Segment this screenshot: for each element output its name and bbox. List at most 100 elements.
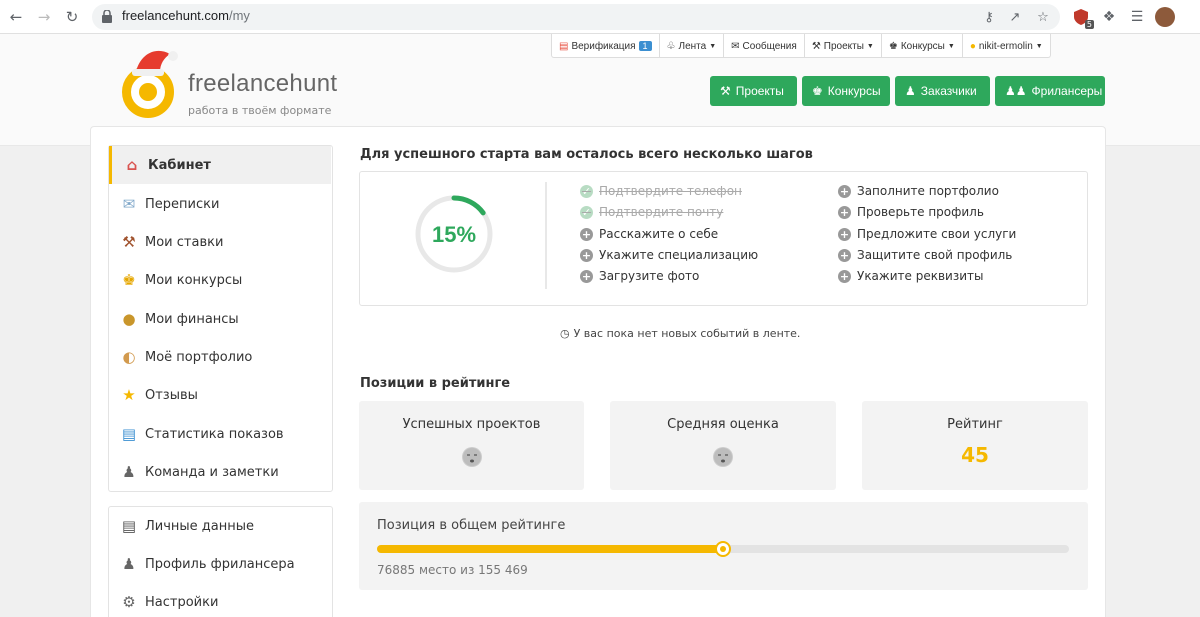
progress-ring: 15% <box>414 194 494 274</box>
step-label: Загрузите фото <box>599 269 700 283</box>
feed-empty-note: ◷ У вас пока нет новых событий в ленте. <box>560 327 800 340</box>
overall-rating-text: 76885 место из 155 469 <box>377 563 528 577</box>
puzzle-extension-icon[interactable]: ❖ <box>1098 6 1120 28</box>
address-bar[interactable]: freelancehunt.com/my ⚷ ↗ ☆ <box>92 4 1060 30</box>
sleeping-face-icon <box>461 447 482 467</box>
sidebar-item-label: Кабинет <box>148 157 211 173</box>
contests-label: Конкурсы <box>900 40 945 52</box>
gavel-icon: ⚒ <box>122 233 136 251</box>
sidebar-item-settings[interactable]: ⚙ Настройки <box>109 584 331 617</box>
sidebar-item-statistics[interactable]: ▤ Статистика показов <box>109 416 331 452</box>
site-logo[interactable]: freelancehunt работа в твоём формате <box>122 46 352 118</box>
step-item[interactable]: + Проверьте профиль <box>838 205 984 219</box>
feed-dropdown[interactable]: ♧ Лента ▼ <box>660 34 725 58</box>
caret-down-icon: ▼ <box>709 42 717 50</box>
steps-title: Для успешного старта вам осталось всего … <box>360 147 813 162</box>
gear-icon: ⚙ <box>122 593 136 611</box>
stat-card-rating: Рейтинг 45 <box>862 401 1088 490</box>
clients-button-label: Заказчики <box>920 84 977 98</box>
reload-icon[interactable]: ↻ <box>62 7 82 27</box>
shield-extension-icon[interactable]: 5 <box>1070 6 1094 29</box>
caret-down-icon: ▼ <box>947 42 955 50</box>
hammer-icon: ⚒ <box>811 40 821 52</box>
star-bookmark-icon[interactable]: ☆ <box>1034 8 1052 26</box>
rating-position-marker-icon <box>715 541 731 557</box>
projects-label: Проекты <box>823 40 864 52</box>
lock-icon <box>102 10 112 23</box>
logo-tagline: работа в твоём формате <box>188 104 332 117</box>
sidebar-item-messages[interactable]: ✉ Переписки <box>109 186 331 222</box>
username: nikit-ermolin <box>978 40 1033 52</box>
sidebar-settings: ▤ Личные данные ♟ Профиль фрилансера ⚙ Н… <box>108 506 333 617</box>
projects-button[interactable]: ⚒ Проекты <box>710 76 797 106</box>
back-icon[interactable]: ← <box>6 7 26 27</box>
projects-button-label: Проекты <box>735 84 784 98</box>
clients-button[interactable]: ♟ Заказчики <box>895 76 990 106</box>
bell-icon: ♧ <box>666 40 676 52</box>
freelancers-button-label: Фрилансеры <box>1031 84 1103 98</box>
step-item[interactable]: + Укажите реквизиты <box>838 269 983 283</box>
step-item[interactable]: ✓ Подтвердите почту <box>580 205 723 219</box>
step-item[interactable]: ✓ Подтвердите телефон <box>580 184 742 198</box>
step-item[interactable]: + Загрузите фото <box>580 269 699 283</box>
house-icon: ⌂ <box>126 156 138 174</box>
step-label: Укажите специализацию <box>599 248 759 262</box>
forward-icon[interactable]: → <box>34 7 54 27</box>
step-item[interactable]: + Предложите свои услуги <box>838 227 1016 241</box>
contests-dropdown[interactable]: ♚ Конкурсы ▼ <box>882 34 963 58</box>
browser-toolbar: ← → ↻ freelancehunt.com/my ⚷ ↗ ☆ 5 ❖ ☰ <box>0 0 1200 34</box>
step-label: Подтвердите почту <box>599 205 724 219</box>
sidebar-item-team[interactable]: ♟ Команда и заметки <box>109 454 331 490</box>
key-icon[interactable]: ⚷ <box>980 8 998 26</box>
step-item[interactable]: + Укажите специализацию <box>580 248 758 262</box>
sidebar-item-freelancer-profile[interactable]: ♟ Профиль фрилансера <box>109 546 331 582</box>
share-icon[interactable]: ↗ <box>1006 8 1024 26</box>
step-status-icon: + <box>580 227 593 241</box>
caret-down-icon: ▼ <box>1035 42 1043 50</box>
messages-link[interactable]: ✉ Сообщения <box>724 34 805 58</box>
step-label: Предложите свои услуги <box>857 227 1017 241</box>
contests-button[interactable]: ♚ Конкурсы <box>802 76 890 106</box>
sidebar-item-label: Моё портфолио <box>145 349 253 365</box>
user-icon: ♟ <box>905 84 916 98</box>
step-status-icon: + <box>838 227 851 241</box>
sidebar-item-portfolio[interactable]: ◐ Моё портфолио <box>109 339 331 375</box>
onboarding-steps-box: 15% ✓ Подтвердите телефон ✓ Подтвердите … <box>359 171 1088 306</box>
sidebar-item-finances[interactable]: ● Мои финансы <box>109 301 331 337</box>
verification-label: Верификация <box>571 40 636 52</box>
stopwatch-icon: ◷ <box>560 327 570 340</box>
sidebar-item-contests[interactable]: ♚ Мои конкурсы <box>109 262 331 298</box>
projects-dropdown[interactable]: ⚒ Проекты ▼ <box>805 34 882 58</box>
stat-card-average-rating: Средняя оценка <box>610 401 836 490</box>
overall-rating-card: Позиция в общем рейтинге 76885 место из … <box>359 502 1088 590</box>
verification-link[interactable]: ▤ Верификация 1 <box>552 34 660 58</box>
freelancers-button[interactable]: ♟♟ Фрилансеры <box>995 76 1105 106</box>
step-item[interactable]: + Заполните портфолио <box>838 184 999 198</box>
users-icon: ♟♟ <box>1005 84 1027 98</box>
id-card-icon: ▤ <box>121 517 137 535</box>
sidebar-item-reviews[interactable]: ★ Отзывы <box>109 377 331 413</box>
sidebar-item-label: Команда и заметки <box>145 464 279 480</box>
step-status-icon: + <box>838 269 851 283</box>
messages-label: Сообщения <box>742 40 797 52</box>
trophy-icon: ♚ <box>812 84 823 98</box>
sidebar-item-cabinet[interactable]: ⌂ Кабинет <box>109 146 331 184</box>
sleeping-face-icon <box>713 447 733 467</box>
stat-label: Успешных проектов <box>402 417 541 432</box>
trophy-icon: ♚ <box>122 271 136 289</box>
hammer-icon: ⚒ <box>720 84 731 98</box>
sidebar-item-bids[interactable]: ⚒ Мои ставки <box>109 224 331 260</box>
sidebar-item-label: Отзывы <box>145 387 198 403</box>
progress-label: 15% <box>432 222 476 247</box>
step-item[interactable]: + Расскажите о себе <box>580 227 718 241</box>
step-label: Защитите свой профиль <box>857 248 1013 262</box>
step-label: Проверьте профиль <box>857 205 984 219</box>
reading-list-icon[interactable]: ☰ <box>1126 6 1148 28</box>
step-status-icon: + <box>580 269 593 283</box>
sidebar-item-label: Переписки <box>145 196 220 212</box>
sidebar-item-label: Статистика показов <box>145 426 284 442</box>
user-menu[interactable]: ● nikit-ermolin ▼ <box>963 34 1050 58</box>
step-item[interactable]: + Защитите свой профиль <box>838 248 1012 262</box>
sidebar-item-personal-data[interactable]: ▤ Личные данные <box>109 508 331 544</box>
profile-avatar-icon[interactable] <box>1154 6 1176 28</box>
